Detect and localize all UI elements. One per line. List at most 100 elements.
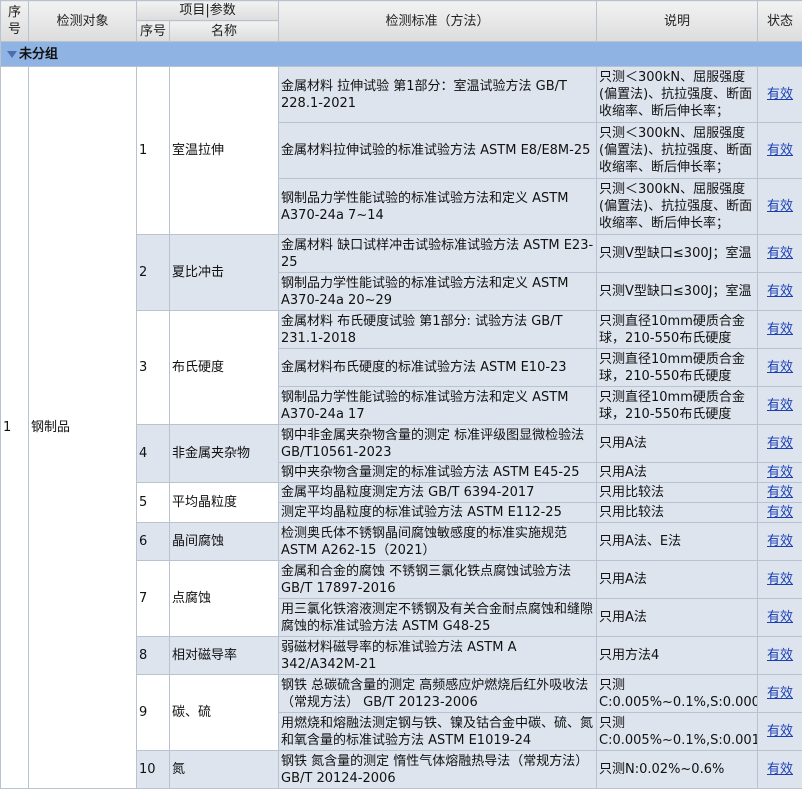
item-name: 点腐蚀: [168, 560, 280, 637]
status-link[interactable]: 有效: [767, 284, 793, 299]
status-cell: 有效: [757, 424, 802, 463]
status-cell: 有效: [757, 522, 802, 561]
item-seq: 5: [136, 482, 170, 523]
col-header-status: 状态: [757, 0, 802, 42]
note-cell: 只用A法: [596, 462, 759, 483]
note-cell: 只测＜300kN、屈服强度(偏置法)、抗拉强度、断面收缩率、断后伸长率；: [596, 178, 759, 235]
status-cell: 有效: [757, 598, 802, 637]
product-seq: 1: [0, 66, 29, 789]
status-link[interactable]: 有效: [767, 322, 793, 337]
collapse-triangle-icon[interactable]: [7, 50, 17, 58]
status-link[interactable]: 有效: [767, 485, 793, 500]
status-link[interactable]: 有效: [767, 143, 793, 158]
standard-cell: 测定平均晶粒度的标准试验方法 ASTM E112-25: [278, 502, 598, 523]
note-cell: 只用方法4: [596, 636, 759, 675]
status-link[interactable]: 有效: [767, 87, 793, 102]
item-seq: 9: [136, 674, 170, 751]
status-cell: 有效: [757, 482, 802, 503]
status-link[interactable]: 有效: [767, 246, 793, 261]
status-link[interactable]: 有效: [767, 610, 793, 625]
status-link[interactable]: 有效: [767, 686, 793, 701]
status-link[interactable]: 有效: [767, 398, 793, 413]
status-link[interactable]: 有效: [767, 762, 793, 777]
item-name: 相对磁导率: [168, 636, 280, 675]
status-cell: 有效: [757, 66, 802, 123]
note-cell: 只用比较法: [596, 502, 759, 523]
note-cell: 只测直径10mm硬质合金球，210-550布氏硬度: [596, 386, 759, 425]
item-name: 夏比冲击: [168, 234, 280, 311]
standard-cell: 钢制品力学性能试验的标准试验方法和定义 ASTM A370-24a 17: [278, 386, 598, 425]
status-cell: 有效: [757, 348, 802, 387]
status-link[interactable]: 有效: [767, 199, 793, 214]
standard-cell: 用燃烧和熔融法测定钢与铁、镍及钴合金中碳、硫、氮和氧含量的标准试验方法 ASTM…: [278, 712, 598, 751]
status-cell: 有效: [757, 712, 802, 751]
status-cell: 有效: [757, 178, 802, 235]
standard-cell: 金属材料 缺口试样冲击试验标准试验方法 ASTM E23-25: [278, 234, 598, 273]
status-cell: 有效: [757, 234, 802, 273]
status-link[interactable]: 有效: [767, 360, 793, 375]
status-cell: 有效: [757, 122, 802, 179]
note-cell: 只用A法、E法: [596, 522, 759, 561]
col-header-item-seq: 序号: [136, 20, 170, 42]
status-link[interactable]: 有效: [767, 534, 793, 549]
standard-cell: 钢中夹杂物含量测定的标准试验方法 ASTM E45-25: [278, 462, 598, 483]
standard-cell: 金属材料布氏硬度的标准试验方法 ASTM E10-23: [278, 348, 598, 387]
status-cell: 有效: [757, 272, 802, 311]
product-name: 钢制品: [28, 66, 137, 789]
item-name: 碳、硫: [168, 674, 280, 751]
standard-cell: 检测奥氏体不锈钢晶间腐蚀敏感度的标准实施规范 ASTM A262-15（2021…: [278, 522, 598, 561]
status-link[interactable]: 有效: [767, 436, 793, 451]
note-cell: 只测C:0.005%~0.1%,S:0.0005: [596, 674, 759, 713]
standard-cell: 金属和合金的腐蚀 不锈钢三氯化铁点腐蚀试验方法 GB/T 17897-2016: [278, 560, 598, 599]
standard-cell: 钢铁 氮含量的测定 惰性气体熔融热导法（常规方法） GB/T 20124-200…: [278, 750, 598, 789]
item-seq: 4: [136, 424, 170, 483]
col-header-seq: 序号: [0, 0, 29, 42]
status-cell: 有效: [757, 310, 802, 349]
status-link[interactable]: 有效: [767, 648, 793, 663]
standard-cell: 钢铁 总碳硫含量的测定 高频感应炉燃烧后红外吸收法（常规方法） GB/T 201…: [278, 674, 598, 713]
status-cell: 有效: [757, 750, 802, 789]
item-name: 布氏硬度: [168, 310, 280, 425]
standard-cell: 钢制品力学性能试验的标准试验方法和定义 ASTM A370-24a 7~14: [278, 178, 598, 235]
group-row[interactable]: 未分组: [0, 41, 802, 67]
status-cell: 有效: [757, 462, 802, 483]
standard-cell: 用三氯化铁溶液测定不锈钢及有关合金耐点腐蚀和缝隙腐蚀的标准试验方法 ASTM G…: [278, 598, 598, 637]
item-seq: 6: [136, 522, 170, 561]
col-header-object: 检测对象: [28, 0, 137, 42]
standard-cell: 钢中非金属夹杂物含量的测定 标准评级图显微检验法 GB/T10561-2023: [278, 424, 598, 463]
note-cell: 只测＜300kN、屈服强度(偏置法)、抗拉强度、断面收缩率、断后伸长率；: [596, 122, 759, 179]
item-name: 非金属夹杂物: [168, 424, 280, 483]
item-name: 晶间腐蚀: [168, 522, 280, 561]
col-header-note: 说明: [596, 0, 759, 42]
standard-cell: 金属材料拉伸试验的标准试验方法 ASTM E8/E8M-25: [278, 122, 598, 179]
item-seq: 1: [136, 66, 170, 235]
status-link[interactable]: 有效: [767, 505, 793, 520]
item-seq: 8: [136, 636, 170, 675]
status-cell: 有效: [757, 674, 802, 713]
status-link[interactable]: 有效: [767, 724, 793, 739]
status-cell: 有效: [757, 636, 802, 675]
standard-cell: 弱磁材料磁导率的标准试验方法 ASTM A 342/A342M-21: [278, 636, 598, 675]
item-name: 平均晶粒度: [168, 482, 280, 523]
status-cell: 有效: [757, 502, 802, 523]
item-seq: 10: [136, 750, 170, 789]
note-cell: 只测直径10mm硬质合金球，210-550布氏硬度: [596, 348, 759, 387]
note-cell: 只测N:0.02%~0.6%: [596, 750, 759, 789]
note-cell: 只测V型缺口≤300J；室温: [596, 234, 759, 273]
status-cell: 有效: [757, 386, 802, 425]
standard-cell: 金属平均晶粒度测定方法 GB/T 6394-2017: [278, 482, 598, 503]
item-name: 室温拉伸: [168, 66, 280, 235]
item-seq: 7: [136, 560, 170, 637]
col-header-item-params: 项目|参数: [135, 0, 280, 21]
note-cell: 只用比较法: [596, 482, 759, 503]
note-cell: 只测C:0.005%~0.1%,S:0.001%: [596, 712, 759, 751]
table-row: 1 钢制品 1 室温拉伸 金属材料 拉伸试验 第1部分：室温试验方法 GB/T 228.…: [0, 66, 802, 789]
status-cell: 有效: [757, 560, 802, 599]
col-header-item-name: 名称: [168, 20, 280, 42]
status-link[interactable]: 有效: [767, 465, 793, 480]
note-cell: 只用A法: [596, 560, 759, 599]
status-link[interactable]: 有效: [767, 572, 793, 587]
note-cell: 只测＜300kN、屈服强度(偏置法)、抗拉强度、断面收缩率、断后伸长率；: [596, 66, 759, 123]
group-label: 未分组: [19, 46, 59, 62]
standard-cell: 钢制品力学性能试验的标准试验方法和定义 ASTM A370-24a 20~29: [278, 272, 598, 311]
